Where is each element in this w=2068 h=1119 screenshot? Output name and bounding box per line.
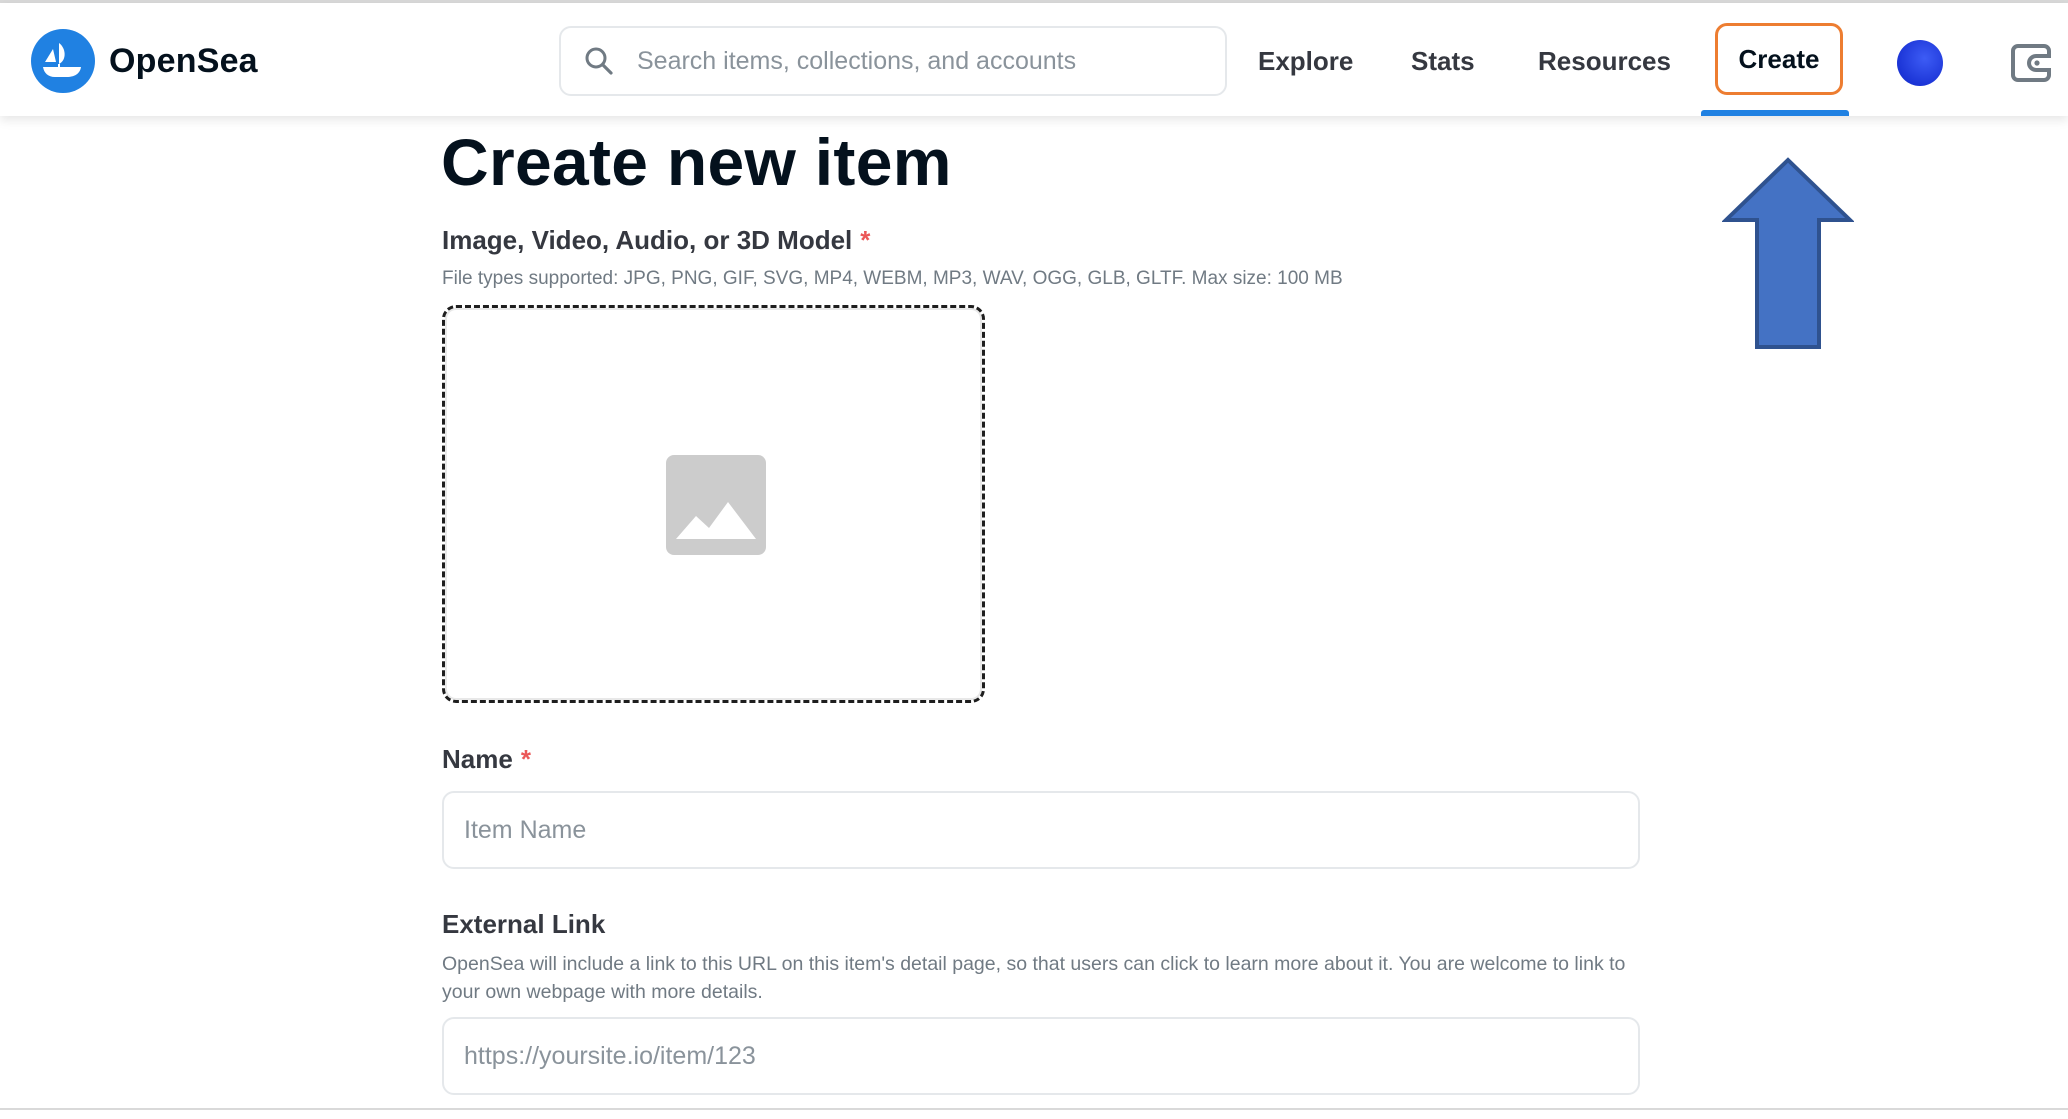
media-upload-dropzone[interactable] — [442, 305, 985, 703]
search-input[interactable] — [637, 46, 1225, 76]
media-label-text: Image, Video, Audio, or 3D Model — [442, 225, 853, 255]
active-nav-indicator — [1701, 110, 1849, 116]
nav-resources[interactable]: Resources — [1538, 46, 1671, 76]
brand-name: OpenSea — [109, 41, 258, 80]
opensea-logo-icon — [31, 29, 95, 93]
name-input[interactable] — [464, 815, 1638, 845]
image-icon — [666, 455, 766, 555]
search-icon — [585, 47, 613, 75]
page: OpenSea Explore Stats Resources Create C… — [0, 0, 2068, 1119]
external-link-field[interactable] — [442, 1017, 1640, 1095]
external-link-description: OpenSea will include a link to this URL … — [442, 953, 1626, 1003]
external-link-input[interactable] — [464, 1041, 1638, 1071]
avatar[interactable] — [1897, 40, 1943, 86]
name-field[interactable] — [442, 791, 1640, 869]
up-arrow-icon — [1722, 156, 1854, 351]
media-label: Image, Video, Audio, or 3D Model * — [442, 225, 870, 256]
required-marker: * — [520, 744, 531, 774]
page-title: Create new item — [441, 125, 952, 199]
external-link-label: External Link — [442, 909, 606, 939]
media-file-types-hint: File types supported: JPG, PNG, GIF, SVG… — [442, 268, 1343, 289]
nav-create-button[interactable]: Create — [1715, 23, 1843, 95]
required-marker: * — [860, 225, 871, 255]
bottom-divider — [0, 1108, 2068, 1110]
wallet-button[interactable] — [2010, 43, 2054, 83]
wallet-icon — [2011, 44, 2051, 82]
nav-stats[interactable]: Stats — [1411, 46, 1475, 76]
search-bar[interactable] — [559, 26, 1227, 96]
name-label: Name * — [442, 744, 531, 775]
header: OpenSea Explore Stats Resources Create — [0, 3, 2068, 116]
nav-explore[interactable]: Explore — [1258, 46, 1353, 76]
brand-logo[interactable]: OpenSea — [31, 29, 258, 93]
name-label-text: Name — [442, 744, 513, 774]
